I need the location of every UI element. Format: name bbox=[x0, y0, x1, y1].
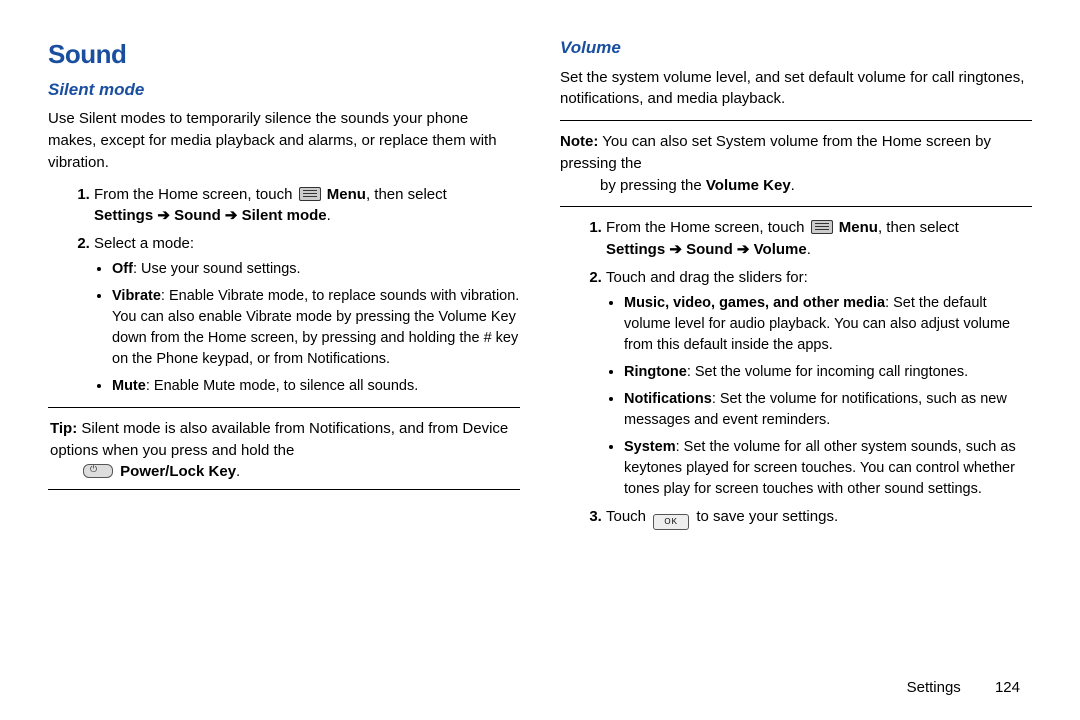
heading-sound: Sound bbox=[48, 36, 520, 74]
text: Touch and drag the sliders for: bbox=[606, 269, 808, 286]
desc: : Use your sound settings. bbox=[133, 261, 301, 277]
tip-text: Silent mode is also available from Notif… bbox=[50, 420, 508, 459]
mode-vibrate: Vibrate: Enable Vibrate mode, to replace… bbox=[112, 286, 520, 370]
volume-sliders-list: Music, video, games, and other media : Se… bbox=[606, 293, 1032, 500]
slider-notifications: Notifications: Set the volume for notifi… bbox=[624, 389, 1032, 431]
nav-path: Settings ➔ Sound ➔ Volume bbox=[606, 241, 807, 258]
label: Mute bbox=[112, 378, 146, 394]
note-cont: by pressing the Volume Key. bbox=[560, 177, 795, 194]
power-key-label: Power/Lock Key bbox=[116, 463, 236, 480]
text: Touch bbox=[606, 508, 650, 525]
menu-label: Menu bbox=[323, 186, 366, 203]
silent-steps: From the Home screen, touch Menu, then s… bbox=[48, 184, 520, 397]
desc: : Enable Vibrate mode, to replace sounds… bbox=[112, 288, 519, 367]
text: to save your settings. bbox=[692, 508, 838, 525]
note-label: Note: bbox=[560, 133, 598, 150]
desc: : Set the volume for incoming call ringt… bbox=[687, 364, 968, 380]
volume-note: Note: You can also set System volume fro… bbox=[560, 131, 1032, 196]
mode-off: Off: Use your sound settings. bbox=[112, 259, 520, 280]
text: . bbox=[236, 463, 240, 480]
manual-page: Sound Silent mode Use Silent modes to te… bbox=[0, 0, 1080, 660]
subheading-volume: Volume bbox=[560, 36, 1032, 61]
text: Select a mode: bbox=[94, 235, 194, 252]
text: From the Home screen, touch bbox=[606, 219, 809, 236]
desc: : Enable Mute mode, to silence all sound… bbox=[146, 378, 418, 394]
mode-mute: Mute: Enable Mute mode, to silence all s… bbox=[112, 376, 520, 397]
divider bbox=[560, 120, 1032, 121]
subheading-silent-mode: Silent mode bbox=[48, 78, 520, 103]
silent-step-2: Select a mode: Off: Use your sound setti… bbox=[94, 233, 520, 397]
divider bbox=[48, 407, 520, 408]
nav-path: Settings ➔ Sound ➔ Silent mode bbox=[94, 207, 327, 224]
silent-step-1: From the Home screen, touch Menu, then s… bbox=[94, 184, 520, 228]
page-footer: Settings 124 bbox=[907, 679, 1020, 696]
tip-cont: Power/Lock Key. bbox=[50, 463, 240, 480]
divider bbox=[560, 206, 1032, 207]
text: , then select bbox=[878, 219, 959, 236]
label: Vibrate bbox=[112, 288, 161, 304]
ok-button-icon: OK bbox=[653, 514, 689, 530]
menu-label: Menu bbox=[835, 219, 878, 236]
text: . bbox=[807, 241, 811, 258]
slider-media: Music, video, games, and other media: Se… bbox=[624, 293, 1032, 356]
section-label: Settings bbox=[907, 679, 961, 696]
slider-ringtone: Ringtone: Set the volume for incoming ca… bbox=[624, 362, 1032, 383]
divider bbox=[48, 489, 520, 490]
label: Music, video, games, and other media bbox=[624, 295, 885, 311]
volume-steps: From the Home screen, touch Menu, then s… bbox=[560, 217, 1032, 529]
label: Off bbox=[112, 261, 133, 277]
label: Notifications bbox=[624, 391, 712, 407]
volume-step-2: Touch and drag the sliders for: Music, v… bbox=[606, 267, 1032, 500]
volume-key-label: Volume Key bbox=[706, 177, 791, 194]
text: . bbox=[327, 207, 331, 224]
text: by pressing the bbox=[600, 177, 706, 194]
menu-icon bbox=[299, 187, 321, 201]
text: . bbox=[791, 177, 795, 194]
left-column: Sound Silent mode Use Silent modes to te… bbox=[48, 36, 520, 640]
volume-intro: Set the system volume level, and set def… bbox=[560, 67, 1032, 111]
tip-label: Tip: bbox=[50, 420, 77, 437]
slider-system: System: Set the volume for all other sys… bbox=[624, 437, 1032, 500]
note-text: You can also set System volume from the … bbox=[560, 133, 991, 172]
text: From the Home screen, touch bbox=[94, 186, 297, 203]
menu-icon bbox=[811, 220, 833, 234]
label: System bbox=[624, 439, 676, 455]
silent-intro: Use Silent modes to temporarily silence … bbox=[48, 108, 520, 173]
page-number: 124 bbox=[995, 679, 1020, 696]
label: Ringtone bbox=[624, 364, 687, 380]
power-key-icon bbox=[83, 464, 113, 478]
text: , then select bbox=[366, 186, 447, 203]
volume-step-3: Touch OK to save your settings. bbox=[606, 506, 1032, 530]
silent-modes-list: Off: Use your sound settings. Vibrate: E… bbox=[94, 259, 520, 397]
silent-tip: Tip: Silent mode is also available from … bbox=[48, 418, 520, 483]
right-column: Volume Set the system volume level, and … bbox=[560, 36, 1032, 640]
desc: : Set the volume for all other system so… bbox=[624, 439, 1016, 497]
volume-step-1: From the Home screen, touch Menu, then s… bbox=[606, 217, 1032, 261]
